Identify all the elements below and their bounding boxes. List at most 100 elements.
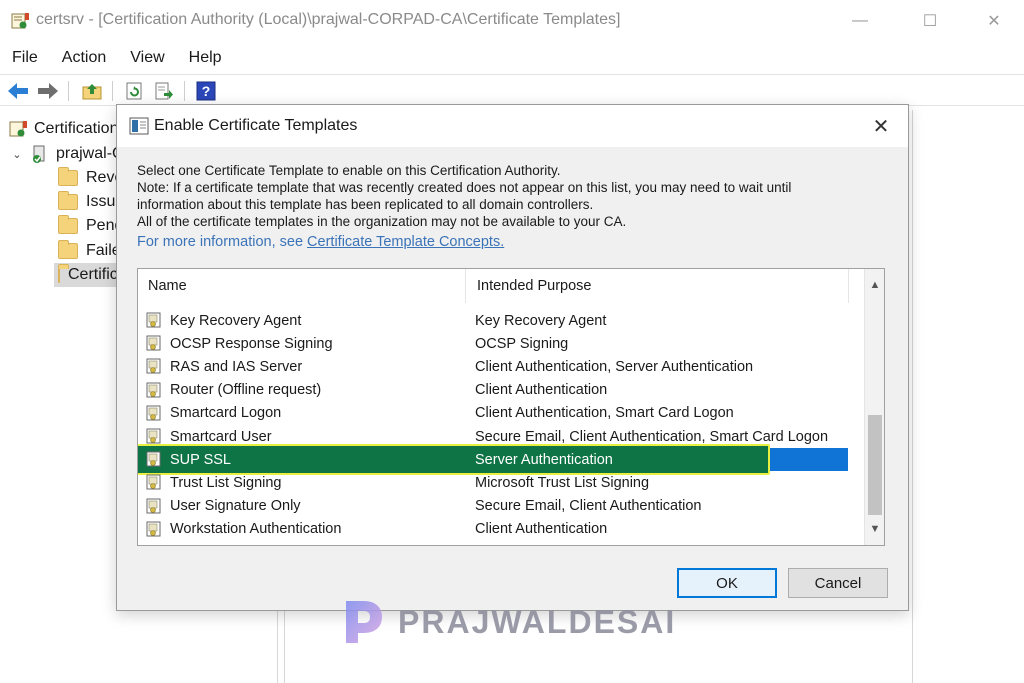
toolbar-separator [184, 81, 185, 101]
instruction-line: All of the certificate templates in the … [137, 214, 627, 229]
certificate-template-concepts-link[interactable]: Certificate Template Concepts. [307, 234, 504, 250]
help-button[interactable]: ? [194, 80, 218, 102]
ca-server-icon [33, 145, 45, 163]
menu-action[interactable]: Action [50, 46, 118, 70]
template-name: Smartcard User [170, 428, 272, 445]
intended-purpose-cell: OCSP Signing [475, 335, 569, 352]
intended-purpose-cell: Client Authentication [475, 382, 608, 399]
template-name-cell: Workstation Authentication [146, 521, 341, 538]
template-name: Router (Offline request) [170, 382, 322, 399]
intended-purpose-cell: Client Authentication [475, 521, 608, 538]
dialog-close-button[interactable]: ✕ [867, 113, 895, 139]
template-name: OCSP Response Signing [170, 335, 333, 352]
certificate-template-icon [146, 498, 162, 515]
template-name: SUP SSL [170, 451, 231, 468]
back-arrow-icon [8, 83, 28, 99]
template-name-cell: Router (Offline request) [146, 382, 321, 399]
certificate-template-icon [146, 474, 162, 491]
svg-text:?: ? [202, 83, 211, 99]
intended-purpose-cell: Secure Email, Client Authentication, Sma… [475, 428, 829, 445]
up-one-level-button[interactable] [80, 80, 104, 102]
intended-purpose-cell: Client Authentication, Server Authentica… [475, 358, 754, 375]
table-row[interactable]: Key Recovery Agent Key Recovery Agent [138, 309, 848, 332]
certificate-template-icon [146, 521, 162, 538]
scroll-up-arrow-icon[interactable]: ▲ [865, 275, 884, 295]
certificate-template-icon [146, 428, 162, 445]
back-button[interactable] [6, 80, 30, 102]
menu-file[interactable]: File [0, 46, 50, 70]
table-row[interactable]: SUP SSL Server Authentication [138, 444, 848, 476]
refresh-button[interactable] [122, 80, 146, 102]
template-name-cell: Smartcard Logon [146, 405, 281, 422]
more-info-text: For more information, see Certificate Te… [137, 234, 504, 250]
maximize-button[interactable]: ☐ [900, 0, 960, 42]
watermark-logo-icon [346, 601, 382, 643]
folder-icon [58, 167, 78, 186]
intended-purpose-cell: Secure Email, Client Authentication [475, 498, 702, 515]
refresh-icon [126, 82, 142, 100]
certificate-templates-list[interactable]: Name Intended Purpose Key Recovery Agent… [137, 268, 885, 546]
template-name-cell: SUP SSL [146, 451, 231, 468]
certificate-template-icon [146, 382, 162, 399]
column-header-name[interactable]: Name [138, 269, 466, 303]
watermark-text: PRAJWALDESAI [398, 603, 677, 640]
export-list-icon [155, 82, 173, 100]
template-name-cell: Smartcard User [146, 428, 272, 445]
instruction-line: Note: If a certificate template that was… [137, 180, 792, 195]
template-name-cell: OCSP Response Signing [146, 335, 333, 352]
dialog-instructions: Select one Certificate Template to enabl… [137, 162, 877, 230]
minimize-button[interactable]: — [830, 0, 890, 42]
template-name: User Signature Only [170, 498, 301, 515]
column-header-intended-purpose[interactable]: Intended Purpose [467, 269, 849, 303]
template-name: Smartcard Logon [170, 405, 282, 422]
menu-view[interactable]: View [118, 46, 176, 70]
folder-icon [58, 240, 78, 259]
scroll-thumb[interactable] [868, 415, 882, 515]
close-window-button[interactable]: ✕ [964, 0, 1024, 42]
forward-button[interactable] [36, 80, 60, 102]
table-row[interactable]: Smartcard Logon Client Authentication, Sm… [138, 402, 848, 425]
certificate-template-icon [146, 405, 162, 422]
template-name-cell: Key Recovery Agent [146, 312, 301, 329]
certificate-template-icon [146, 451, 162, 468]
table-row[interactable]: RAS and IAS Server Client Authentication,… [138, 355, 848, 378]
table-row[interactable]: Trust List Signing Microsoft Trust List S… [138, 471, 848, 494]
template-name: Workstation Authentication [170, 521, 342, 538]
enable-certificate-templates-dialog: Enable Certificate Templates ✕ Select on… [116, 104, 909, 611]
mmc-window: certsrv - [Certification Authority (Loca… [0, 0, 1024, 683]
table-row[interactable]: Router (Offline request) Client Authentic… [138, 379, 848, 402]
intended-purpose-cell: Client Authentication, Smart Card Logon [475, 405, 734, 422]
intended-purpose-cell: Server Authentication [475, 451, 613, 468]
actions-pane [912, 110, 1024, 683]
watermark: PRAJWALDESAI [342, 597, 676, 647]
template-name-cell: User Signature Only [146, 498, 301, 515]
instruction-line: Select one Certificate Template to enabl… [137, 163, 561, 178]
table-row[interactable]: Workstation Authentication Client Authent… [138, 518, 848, 541]
table-row[interactable]: User Signature Only Secure Email, Client … [138, 495, 848, 518]
template-name-cell: RAS and IAS Server [146, 358, 302, 375]
template-name: Key Recovery Agent [170, 312, 302, 329]
toolbar: ? [0, 74, 1024, 106]
folder-up-icon [82, 84, 102, 100]
table-row[interactable]: OCSP Response Signing OCSP Signing [138, 332, 848, 355]
menu-bar: File Action View Help [0, 46, 234, 70]
menu-help[interactable]: Help [177, 46, 234, 70]
template-name: Trust List Signing [170, 474, 282, 491]
intended-purpose-cell: Microsoft Trust List Signing [475, 474, 650, 491]
vertical-scrollbar[interactable]: ▲ ▼ [864, 269, 884, 545]
folder-icon [58, 191, 78, 210]
toolbar-separator [68, 81, 69, 101]
certificate-authority-icon [9, 121, 27, 137]
export-list-button[interactable] [152, 80, 176, 102]
instruction-line: information about this template has been… [137, 197, 594, 212]
forward-arrow-icon [38, 83, 58, 99]
template-name-cell: Trust List Signing [146, 474, 281, 491]
intended-purpose-cell: Key Recovery Agent [475, 312, 607, 329]
certificate-template-icon [129, 117, 149, 135]
chevron-down-icon[interactable]: ⌄ [10, 148, 24, 161]
folder-icon [58, 264, 69, 283]
scroll-down-arrow-icon[interactable]: ▼ [865, 519, 884, 539]
cancel-button[interactable]: Cancel [788, 568, 888, 598]
ok-button[interactable]: OK [677, 568, 777, 598]
help-icon: ? [196, 81, 216, 101]
